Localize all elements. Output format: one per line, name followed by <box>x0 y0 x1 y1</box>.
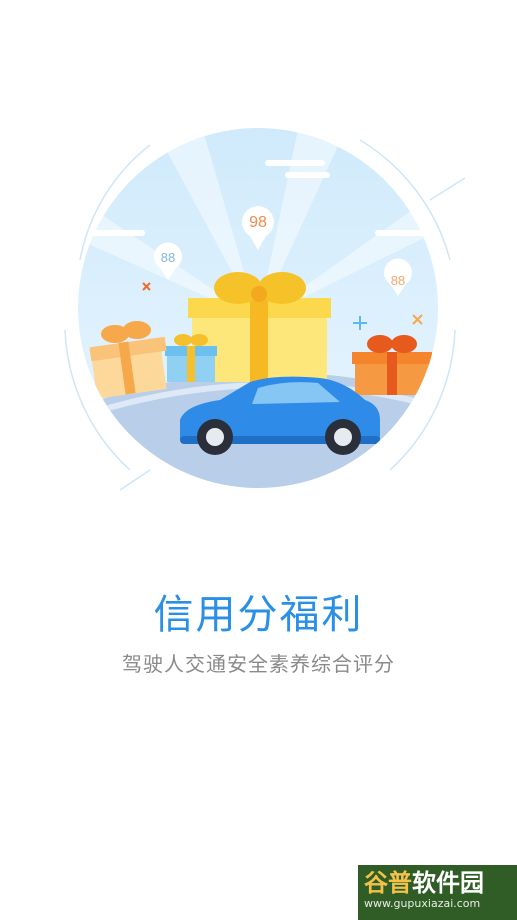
page-title: 信用分福利 <box>153 592 364 638</box>
watermark-url: www.gupuxiazai.com <box>364 897 481 910</box>
watermark-name-rest: 软件园 <box>412 869 484 897</box>
watermark-name-accent: 谷普 <box>364 869 412 897</box>
site-watermark: 谷普软件园 www.gupuxiazai.com <box>358 865 517 920</box>
page-subtitle: 驾驶人交通安全素养综合评分 <box>122 652 395 676</box>
hero-illustration: 98 88 88 <box>64 128 466 491</box>
watermark-name: 谷普软件园 <box>364 869 511 897</box>
score-bubble-98-text: 98 <box>249 214 267 231</box>
score-bubble-88-right-text: 88 <box>391 273 405 288</box>
score-bubble-88-left-text: 88 <box>161 250 175 265</box>
